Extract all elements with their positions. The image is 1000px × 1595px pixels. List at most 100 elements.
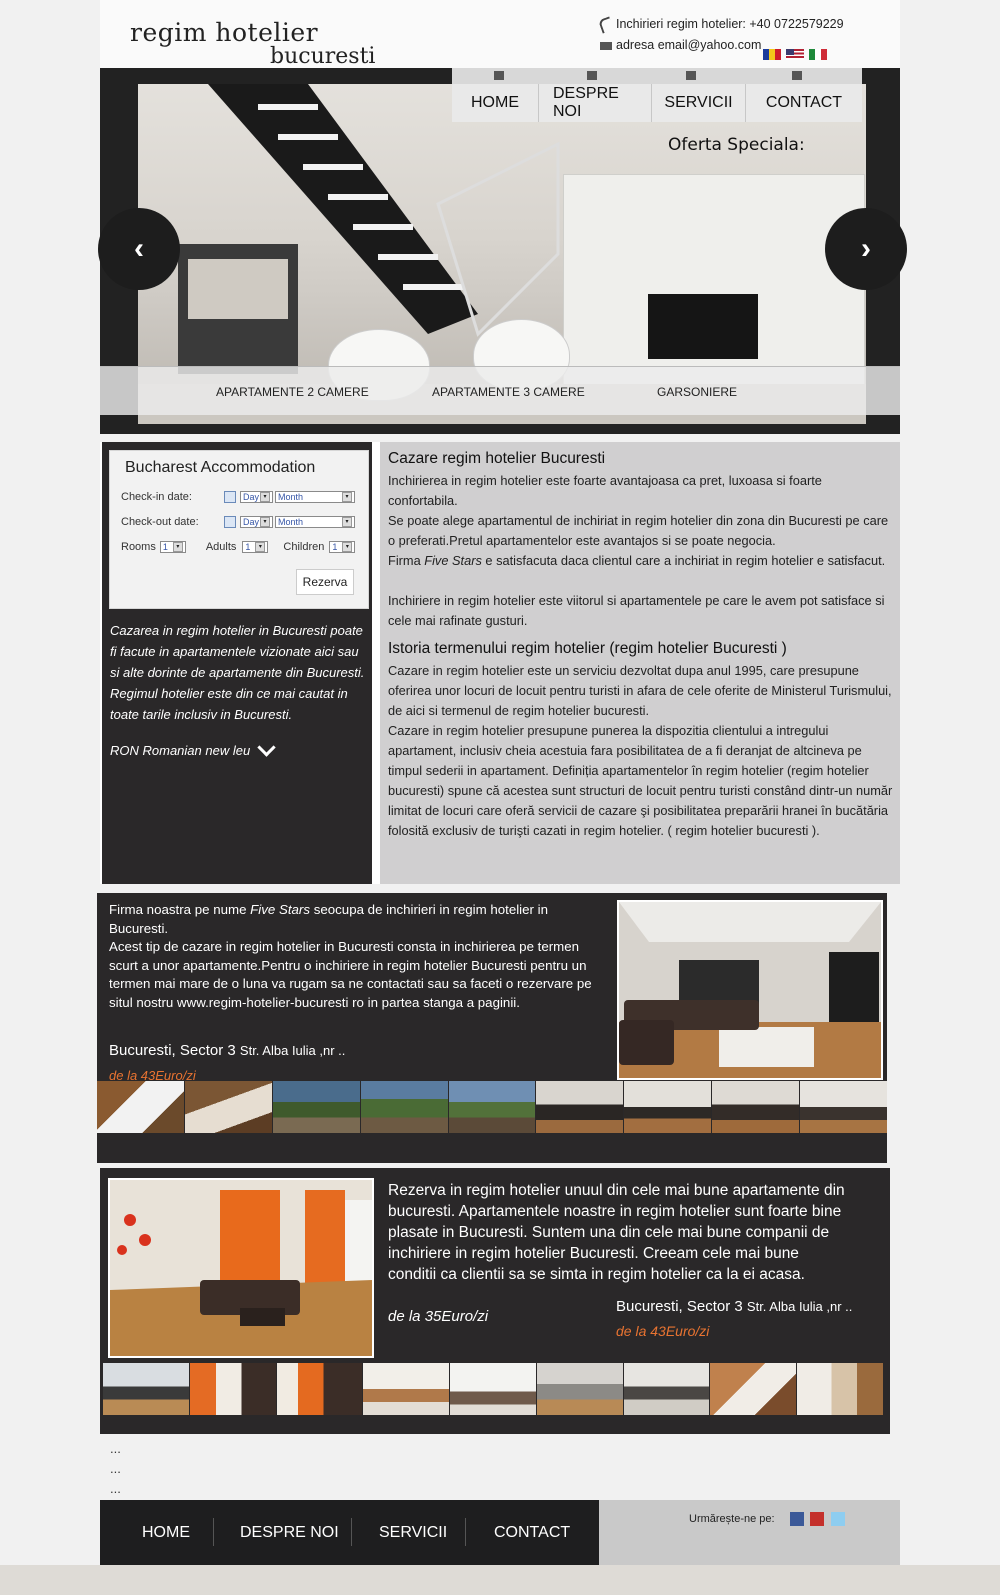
checkin-row: Check-in date: Day ▾ Month ▾ [121, 491, 355, 503]
offer1-location-name: Bucuresti, Sector 3 [109, 1042, 236, 1059]
adults-select[interactable]: 1 ▾ [242, 541, 269, 553]
thumbnail[interactable] [800, 1081, 888, 1133]
phone-icon [597, 15, 615, 34]
chevron-down-icon: ▾ [342, 517, 352, 527]
footer-despre-noi[interactable]: DESPRE NOI [240, 1524, 339, 1542]
bookshelf [563, 174, 865, 396]
nav-contact[interactable]: CONTACT [746, 84, 862, 122]
checkin-label: Check-in date: [121, 491, 192, 503]
checkin-month-select[interactable]: Month ▾ [275, 491, 355, 503]
category-2-camere[interactable]: APARTAMENTE 2 CAMERE [216, 385, 369, 399]
offer2-price-left[interactable]: de la 35Euro/zi [388, 1308, 488, 1325]
rooms-select[interactable]: 1 ▾ [159, 541, 186, 553]
footer-servicii[interactable]: SERVICII [379, 1524, 447, 1542]
nav-despre-noi[interactable]: DESPRE NOI [539, 84, 652, 122]
italian-flag-icon[interactable] [809, 49, 827, 60]
thumbnail[interactable] [103, 1363, 189, 1415]
offer-1: Firma noastra pe nume Five Stars seocupa… [97, 893, 888, 1163]
article: Cazare regim hotelier Bucuresti Inchirie… [380, 442, 900, 884]
category-3-camere[interactable]: APARTAMENTE 3 CAMERE [432, 385, 585, 399]
chevron-down-icon: ▾ [255, 542, 266, 552]
checkin-day-select[interactable]: Day ▾ [240, 491, 273, 503]
checkin-month-value: Month [278, 492, 304, 502]
category-garsoniere[interactable]: GARSONIERE [657, 385, 737, 399]
children-value: 1 [332, 542, 338, 552]
facebook-icon[interactable] [790, 1512, 804, 1526]
offer1-photo[interactable] [617, 900, 883, 1080]
booking-form: Bucharest Accommodation Check-in date: D… [109, 450, 369, 609]
p3-brand: Five Stars [424, 553, 482, 568]
home-icon [494, 71, 504, 80]
offer2-thumbnail-strip [103, 1363, 884, 1415]
rooms-label: Rooms [121, 541, 156, 553]
offer1-brand: Five Stars [250, 902, 311, 917]
thumbnail[interactable] [184, 1081, 272, 1133]
footer-contact[interactable]: CONTACT [494, 1524, 570, 1542]
television [648, 294, 758, 359]
thumbnail[interactable] [797, 1363, 884, 1415]
ellipsis-2: ... [110, 1461, 121, 1476]
thumbnail[interactable] [623, 1363, 710, 1415]
checkout-month-value: Month [278, 517, 304, 527]
chevron-down-icon: ▾ [260, 517, 270, 527]
offer2-price-right[interactable]: de la 43Euro/zi [616, 1323, 709, 1339]
nav-servicii[interactable]: SERVICII [652, 84, 746, 122]
thumbnail[interactable] [189, 1363, 276, 1415]
thumbnail[interactable] [710, 1363, 797, 1415]
article-heading-1: Cazare regim hotelier Bucuresti [388, 450, 606, 467]
children-select[interactable]: 1 ▾ [329, 541, 356, 553]
monitor-icon [686, 71, 696, 80]
booking-title: Bucharest Accommodation [125, 459, 316, 476]
english-flag-icon[interactable] [786, 49, 804, 60]
thumbnail[interactable] [272, 1081, 360, 1133]
offer-2: Rezerva in regim hotelier unuul din cele… [100, 1168, 890, 1434]
offer2-location-name: Bucuresti, Sector 3 [616, 1298, 743, 1315]
offer1-text-a: Firma noastra pe nume [109, 902, 251, 917]
follow-us-label: Urmărește-ne pe: [689, 1513, 775, 1525]
thumbnail[interactable] [448, 1081, 536, 1133]
article-heading-2: Istoria termenului regim hotelier (regim… [388, 640, 787, 657]
checkout-row: Check-out date: Day ▾ Month ▾ [121, 516, 355, 528]
middle-section: Bucharest Accommodation Check-in date: D… [100, 442, 900, 884]
footer-divider [351, 1518, 352, 1546]
nav-home-label: HOME [471, 94, 519, 111]
prev-slide-arrow-icon[interactable]: ‹ [98, 208, 180, 290]
thumbnail[interactable] [712, 1081, 800, 1133]
article-p5: Cazare in regim hotelier este un servici… [388, 663, 892, 718]
thumbnail[interactable] [536, 1081, 624, 1133]
rooms-value: 1 [162, 542, 168, 552]
article-p4: Inchiriere in regim hotelier este viitor… [388, 593, 885, 628]
bottom-strip [0, 1565, 1000, 1595]
footer-home[interactable]: HOME [142, 1524, 190, 1542]
thumbnail[interactable] [97, 1081, 184, 1133]
footer-social: Urmărește-ne pe: [599, 1500, 900, 1565]
next-slide-arrow-icon[interactable]: › [825, 208, 907, 290]
romanian-flag-icon[interactable] [763, 49, 781, 60]
rezerva-button[interactable]: Rezerva [296, 569, 354, 595]
nav-home[interactable]: HOME [452, 84, 539, 122]
calendar-icon[interactable] [224, 491, 236, 503]
site-logo[interactable]: regim hotelier bucuresti [130, 18, 375, 69]
thumbnail[interactable] [450, 1363, 536, 1415]
article-p1: Inchirierea in regim hotelier este foart… [388, 473, 822, 508]
phone-icon [792, 71, 802, 80]
thumbnail[interactable] [624, 1081, 712, 1133]
thumbnail[interactable] [363, 1363, 450, 1415]
checkout-month-select[interactable]: Month ▾ [275, 516, 355, 528]
youtube-icon[interactable] [810, 1512, 824, 1526]
thumbnail[interactable] [536, 1363, 623, 1415]
apartment-room-image [110, 1180, 372, 1356]
currency-selector[interactable]: RON Romanian new leu [110, 738, 276, 758]
twitter-icon[interactable] [831, 1512, 845, 1526]
offer1-thumbnail-strip [97, 1081, 888, 1133]
offer2-location: Bucuresti, Sector 3 Str. Alba Iulia ,nr … [616, 1298, 852, 1315]
thumbnail[interactable] [276, 1363, 363, 1415]
calendar-icon[interactable] [224, 516, 236, 528]
thumbnail[interactable] [360, 1081, 448, 1133]
offer1-location: Bucuresti, Sector 3 Str. Alba Iulia ,nr … [109, 1042, 345, 1059]
nav-contact-label: CONTACT [765, 94, 843, 111]
checkout-day-select[interactable]: Day ▾ [240, 516, 273, 528]
checkout-label: Check-out date: [121, 516, 199, 528]
special-offer-label[interactable]: Oferta Speciala: [668, 135, 805, 155]
offer2-photo[interactable] [108, 1178, 374, 1358]
